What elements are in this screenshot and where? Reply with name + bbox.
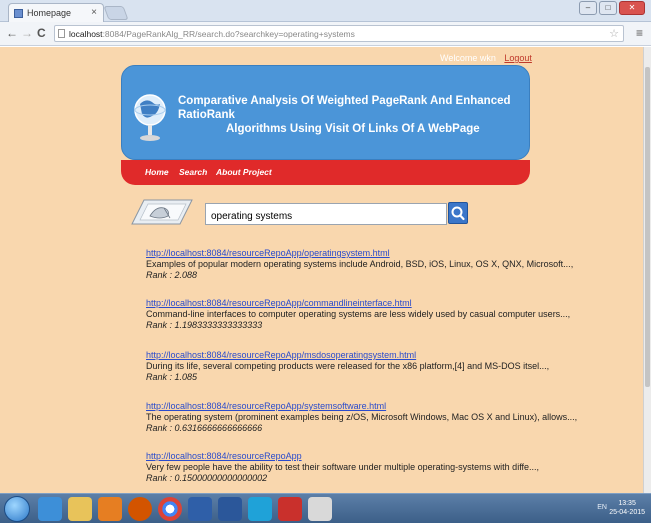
scrollbar-thumb[interactable] <box>645 67 650 387</box>
logout-link[interactable]: Logout <box>504 53 532 63</box>
search-result: http://localhost:8084/resourceRepoApp/co… <box>146 298 626 331</box>
search-result: http://localhost:8084/resourceRepoApp Ve… <box>146 451 626 484</box>
firefox-icon[interactable] <box>128 497 152 521</box>
search-result: http://localhost:8084/resourceRepoApp/sy… <box>146 401 626 434</box>
banner-title-line2: Algorithms Using Visit Of Links Of A Web… <box>226 123 480 135</box>
clock-time: 13:35 <box>618 500 636 507</box>
bookmark-star-icon[interactable]: ☆ <box>609 27 619 40</box>
acrobat-icon[interactable] <box>278 497 302 521</box>
maximize-button[interactable]: □ <box>599 1 617 15</box>
welcome-text: Welcome wkn <box>440 53 496 63</box>
start-button[interactable] <box>4 496 30 522</box>
result-description: Examples of popular modern operating sys… <box>146 259 574 269</box>
new-tab-button[interactable] <box>103 6 129 20</box>
result-description: During its life, several competing produ… <box>146 361 550 371</box>
address-bar[interactable]: localhost:8084/PageRankAlg_RR/search.do?… <box>54 25 624 42</box>
media-player-icon[interactable] <box>98 497 122 521</box>
search-result: http://localhost:8084/resourceRepoApp/ms… <box>146 350 626 383</box>
page-icon <box>58 29 65 38</box>
result-description: Very few people have the ability to test… <box>146 462 540 472</box>
result-rank: Rank : 2.088 <box>146 270 198 280</box>
forward-arrow-icon[interactable]: → <box>21 26 33 40</box>
taskbar-clock[interactable]: 13:35 25-04-2015 <box>609 499 645 517</box>
explorer-folder-icon[interactable] <box>68 497 92 521</box>
search-button[interactable] <box>448 202 468 224</box>
main-menu: Home Search About Project <box>121 160 530 185</box>
taskbar: EN 13:35 25-04-2015 <box>0 493 651 523</box>
result-link[interactable]: http://localhost:8084/resourceRepoApp/op… <box>146 248 626 259</box>
reload-icon[interactable]: C <box>37 26 46 40</box>
result-rank: Rank : 1.1983333333333333 <box>146 320 263 330</box>
clock-date: 25-04-2015 <box>609 509 645 516</box>
word-icon[interactable] <box>218 497 242 521</box>
virtualbox-icon[interactable] <box>188 497 212 521</box>
globe-logo-icon <box>134 94 166 141</box>
minimize-button[interactable]: – <box>579 1 597 15</box>
menu-about-project[interactable]: About Project <box>216 167 272 177</box>
result-description: The operating system (prominent examples… <box>146 412 578 422</box>
tab-title: Homepage <box>27 8 72 18</box>
result-link[interactable]: http://localhost:8084/resourceRepoApp/ms… <box>146 350 626 361</box>
search-result: http://localhost:8084/resourceRepoApp/op… <box>146 248 626 281</box>
book-icon <box>131 199 193 225</box>
site-banner: Comparative Analysis Of Weighted PageRan… <box>121 65 530 160</box>
menu-search[interactable]: Search <box>179 167 207 177</box>
page-favicon-icon <box>14 9 23 18</box>
system-tray[interactable]: EN <box>597 504 607 511</box>
ie-icon[interactable] <box>38 497 62 521</box>
result-rank: Rank : 0.15000000000000002 <box>146 473 268 483</box>
browser-toolbar: ← → C localhost:8084/PageRankAlg_RR/sear… <box>0 22 651 46</box>
menu-home[interactable]: Home <box>145 167 169 177</box>
browser-menu-icon[interactable]: ≡ <box>636 26 643 40</box>
url-host: localhost <box>69 29 103 39</box>
skype-icon[interactable] <box>248 497 272 521</box>
search-icon <box>451 206 465 221</box>
back-arrow-icon[interactable]: ← <box>6 26 18 40</box>
url-path: :8084/PageRankAlg_RR/search.do?searchkey… <box>102 29 355 39</box>
tab-close-icon[interactable]: × <box>91 7 97 18</box>
result-link[interactable]: http://localhost:8084/resourceRepoApp/sy… <box>146 401 626 412</box>
result-link[interactable]: http://localhost:8084/resourceRepoApp/co… <box>146 298 626 309</box>
page-body: Welcome wkn Logout Comparative Analysis … <box>0 47 643 493</box>
result-rank: Rank : 1.085 <box>146 372 198 382</box>
page-scrollbar[interactable] <box>643 47 651 493</box>
result-rank: Rank : 0.6316666666666666 <box>146 423 263 433</box>
browser-tab-strip: Homepage × – □ ✕ <box>0 0 651 22</box>
banner-title-line1: Comparative Analysis Of Weighted PageRan… <box>178 95 511 121</box>
chrome-icon[interactable] <box>158 497 182 521</box>
result-description: Command-line interfaces to computer oper… <box>146 309 571 319</box>
window-controls: – □ ✕ <box>579 1 645 15</box>
close-window-button[interactable]: ✕ <box>619 1 645 15</box>
browser-tab[interactable]: Homepage × <box>8 3 104 22</box>
search-input[interactable] <box>205 203 447 225</box>
user-welcome: Welcome wkn Logout <box>440 53 532 63</box>
notepad-icon[interactable] <box>308 497 332 521</box>
result-link[interactable]: http://localhost:8084/resourceRepoApp <box>146 451 626 462</box>
